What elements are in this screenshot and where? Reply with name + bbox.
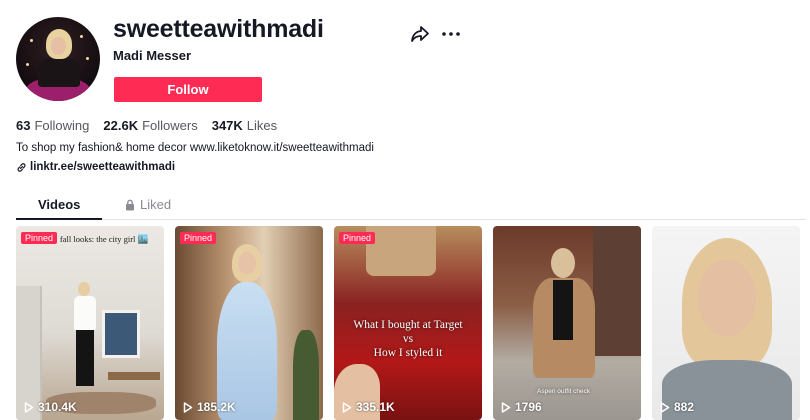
play-icon	[342, 401, 352, 413]
stat-followers[interactable]: 22.6K Followers	[103, 118, 197, 133]
username: sweetteawithmadi	[113, 15, 324, 43]
video-card[interactable]: Pinned What I bought at Target vs How I …	[334, 226, 482, 420]
video-caption: Aspen outfit check	[537, 388, 591, 395]
play-count: 1796	[501, 400, 542, 414]
following-count: 63	[16, 118, 31, 133]
video-caption: fall looks: the city girl 🏙️	[59, 234, 149, 244]
more-options-button[interactable]	[440, 22, 462, 46]
share-icon	[411, 26, 429, 42]
pinned-badge: Pinned	[180, 232, 217, 244]
stat-likes: 347K Likes	[212, 118, 277, 133]
play-icon	[183, 401, 193, 413]
link-icon	[17, 162, 26, 172]
tab-liked[interactable]: Liked	[125, 197, 171, 212]
active-tab-indicator	[16, 218, 102, 220]
more-icon	[442, 32, 460, 36]
play-count: 882	[660, 400, 694, 414]
likes-count: 347K	[211, 118, 243, 133]
play-count: 185.2K	[183, 400, 236, 414]
video-card[interactable]: 882	[652, 226, 800, 420]
display-name: Madi Messer	[113, 48, 192, 63]
video-card[interactable]: Pinned 185.2K	[175, 226, 323, 420]
share-button[interactable]	[408, 22, 432, 46]
bio-link-text: linktr.ee/sweetteawithmadi	[30, 161, 176, 173]
play-icon	[24, 401, 34, 413]
video-card[interactable]: Aspen outfit check 1796	[493, 226, 641, 420]
play-icon	[501, 401, 511, 413]
followers-count: 22.6K	[103, 118, 139, 133]
tab-videos[interactable]: Videos	[38, 197, 80, 212]
profile-bio: To shop my fashion& home decor www.liket…	[16, 142, 374, 154]
pinned-badge: Pinned	[21, 232, 58, 244]
profile-stats: 63 Following 22.6K Followers 347K Likes	[16, 118, 291, 133]
play-count: 335.1K	[342, 400, 395, 414]
bio-link[interactable]: linktr.ee/sweetteawithmadi	[16, 161, 175, 173]
profile-avatar	[16, 17, 100, 101]
video-card[interactable]: Pinned fall looks: the city girl 🏙️ 310.…	[16, 226, 164, 420]
play-icon	[660, 401, 670, 413]
stat-following[interactable]: 63 Following	[16, 118, 89, 133]
tab-videos-label: Videos	[38, 197, 81, 212]
follow-button[interactable]: Follow	[114, 77, 262, 102]
tab-liked-label: Liked	[140, 197, 172, 212]
profile-tabs: Videos Liked	[16, 192, 806, 220]
pinned-badge: Pinned	[339, 232, 376, 244]
following-label: Following	[34, 118, 90, 133]
followers-label: Followers	[142, 118, 198, 133]
play-count: 310.4K	[24, 400, 77, 414]
video-caption: What I bought at Target vs How I styled …	[353, 319, 463, 359]
likes-label: Likes	[246, 118, 278, 133]
lock-icon	[126, 199, 134, 210]
